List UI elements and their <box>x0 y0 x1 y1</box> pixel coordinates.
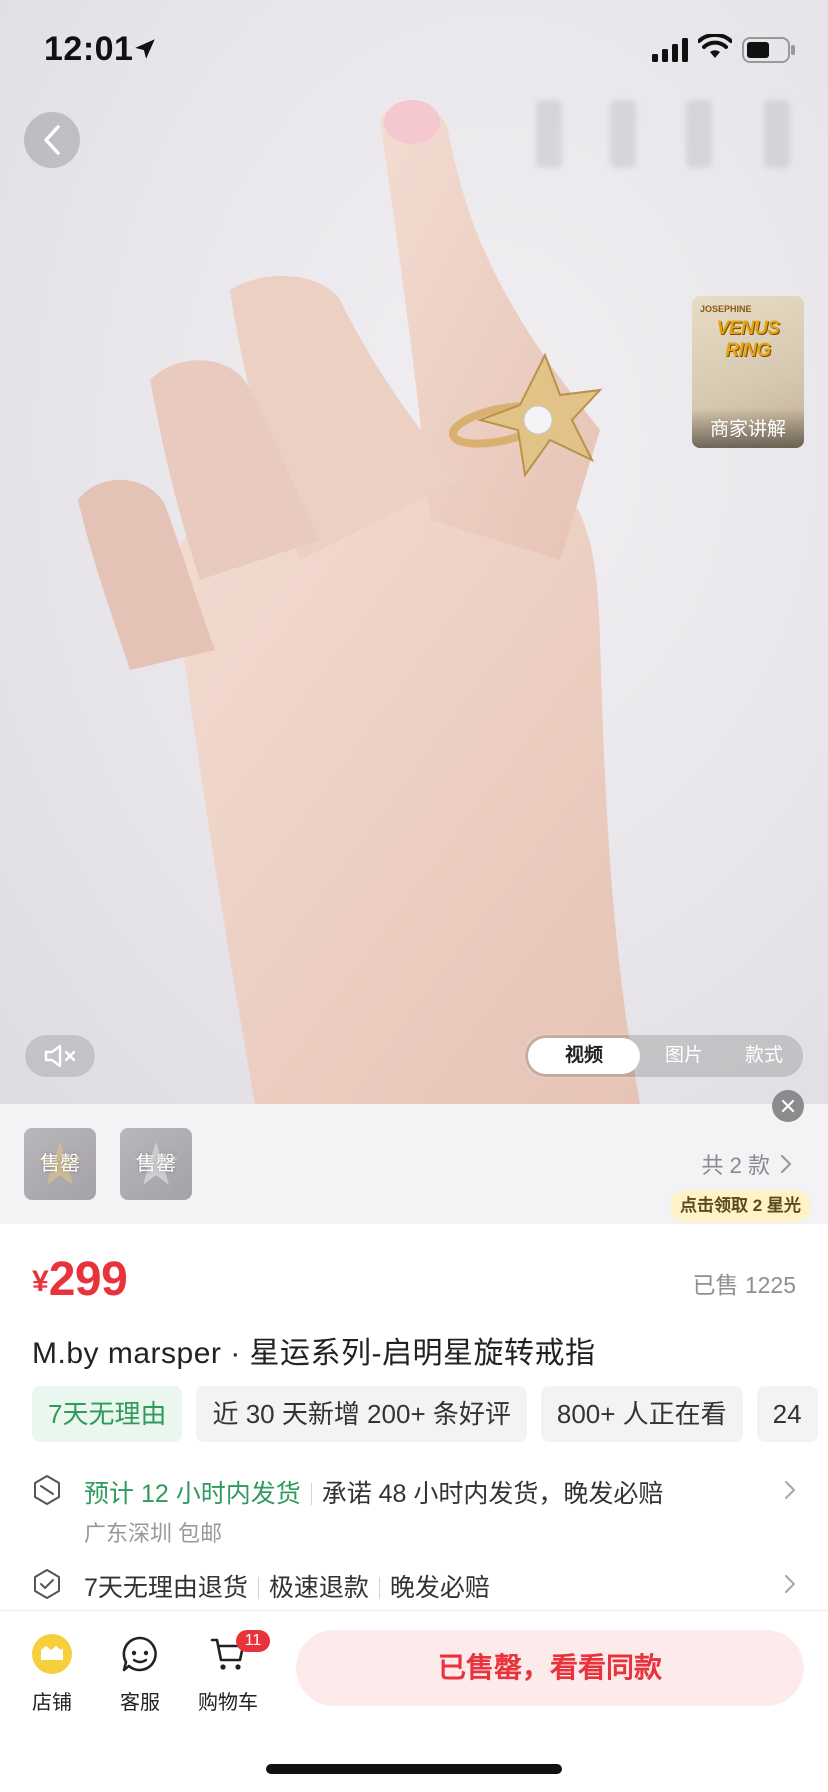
shipping-info-text: 预计 12 小时内发货 承诺 48 小时内发货，晚发必赔 <box>84 1474 663 1510</box>
media-tabs: 视频 图片 款式 <box>524 1034 804 1078</box>
variant-soldout-label: 售罄 <box>136 1153 176 1175</box>
package-icon <box>34 1475 60 1505</box>
sold-count: 已售 1225 <box>692 1272 796 1298</box>
store-label: 店铺 <box>32 1692 72 1714</box>
shipping-info-row[interactable]: 预计 12 小时内发货 承诺 48 小时内发货，晚发必赔 广东深圳 包邮 <box>32 1474 796 1546</box>
tag-truncated[interactable]: 24 <box>756 1386 818 1442</box>
merchant-explain-card[interactable]: JOSEPHINE VENUS RING 商家讲解 <box>692 296 804 448</box>
chevron-right-icon <box>780 1154 792 1174</box>
shipping-promise: 承诺 48 小时内发货，晚发必赔 <box>321 1480 664 1508</box>
tag-good-reviews[interactable]: 近 30 天新增 200+ 条好评 <box>196 1386 527 1442</box>
store-button[interactable]: 店铺 <box>12 1632 92 1715</box>
return-policy-row[interactable]: 7天无理由退货 极速退款 晚发必赔 <box>32 1568 796 1604</box>
claim-starlight-badge[interactable]: 点击领取 2 星光 <box>670 1190 811 1222</box>
merchant-card-label: 商家讲解 <box>692 408 804 448</box>
merchant-card-title: VENUS RING <box>716 318 780 361</box>
return-item: 晚发必赔 <box>389 1574 490 1602</box>
shield-check-icon <box>34 1569 60 1599</box>
cart-button[interactable]: 11 购物车 <box>188 1630 270 1715</box>
chevron-left-icon <box>44 125 60 155</box>
cellular-signal-icon <box>652 38 688 62</box>
tab-styles[interactable]: 款式 <box>728 1038 800 1074</box>
variant-soldout-label: 售罄 <box>40 1153 80 1175</box>
sold-out-see-similar-button[interactable]: 已售罄，看看同款 <box>296 1630 804 1706</box>
location-arrow-icon <box>135 39 155 59</box>
back-button[interactable] <box>24 112 80 168</box>
return-item: 极速退款 <box>268 1574 369 1602</box>
chat-bubble-icon <box>122 1636 157 1672</box>
tab-images[interactable]: 图片 <box>640 1038 728 1074</box>
all-variants-link[interactable]: 共 2 款 <box>702 1148 792 1180</box>
return-item: 7天无理由退货 <box>84 1574 248 1602</box>
close-icon <box>781 1099 795 1113</box>
close-variants-button[interactable] <box>772 1090 804 1122</box>
customer-service-button[interactable]: 客服 <box>100 1632 180 1715</box>
speaker-muted-icon <box>44 1044 76 1068</box>
variant-count-label: 共 2 款 <box>701 1153 770 1178</box>
tab-video[interactable]: 视频 <box>528 1038 640 1074</box>
merchant-card-brand: JOSEPHINE <box>700 304 752 314</box>
chevron-right-icon <box>784 1574 796 1594</box>
tag-viewers[interactable]: 800+ 人正在看 <box>540 1386 743 1442</box>
chevron-right-icon <box>784 1480 796 1500</box>
home-indicator <box>266 1764 562 1774</box>
product-video[interactable]: 12:01 JOSEPHINE VENUS RING 商家讲解 视频 图片 款式 <box>0 0 828 1104</box>
mute-button[interactable] <box>24 1034 96 1078</box>
status-time: 12:01 <box>44 30 134 68</box>
product-tags: 7天无理由近 30 天新增 200+ 条好评 800+ 人正在看 24 <box>32 1386 828 1442</box>
wifi-icon <box>698 34 732 58</box>
price-amount: 299 <box>48 1253 128 1306</box>
return-policy-text: 7天无理由退货 极速退款 晚发必赔 <box>84 1568 490 1604</box>
variant-thumb[interactable]: 售罄 <box>120 1128 192 1200</box>
cart-count-badge: 11 <box>236 1630 270 1652</box>
tag-no-reason-return[interactable]: 7天无理由 <box>32 1386 183 1442</box>
currency-symbol: ¥ <box>32 1265 49 1298</box>
battery-icon <box>742 37 795 63</box>
customer-service-label: 客服 <box>120 1692 160 1714</box>
status-bar: 12:01 <box>0 0 828 100</box>
product-title: M.by marsper · 星运系列-启明星旋转戒指 <box>32 1337 596 1370</box>
shipping-origin: 广东深圳 包邮 <box>84 1521 223 1546</box>
product-price: ¥299 <box>32 1252 128 1307</box>
store-logo-icon <box>32 1634 72 1674</box>
cart-label: 购物车 <box>198 1692 258 1714</box>
shipping-estimate: 预计 12 小时内发货 <box>84 1480 301 1508</box>
variant-thumb[interactable]: 售罄 <box>24 1128 96 1200</box>
